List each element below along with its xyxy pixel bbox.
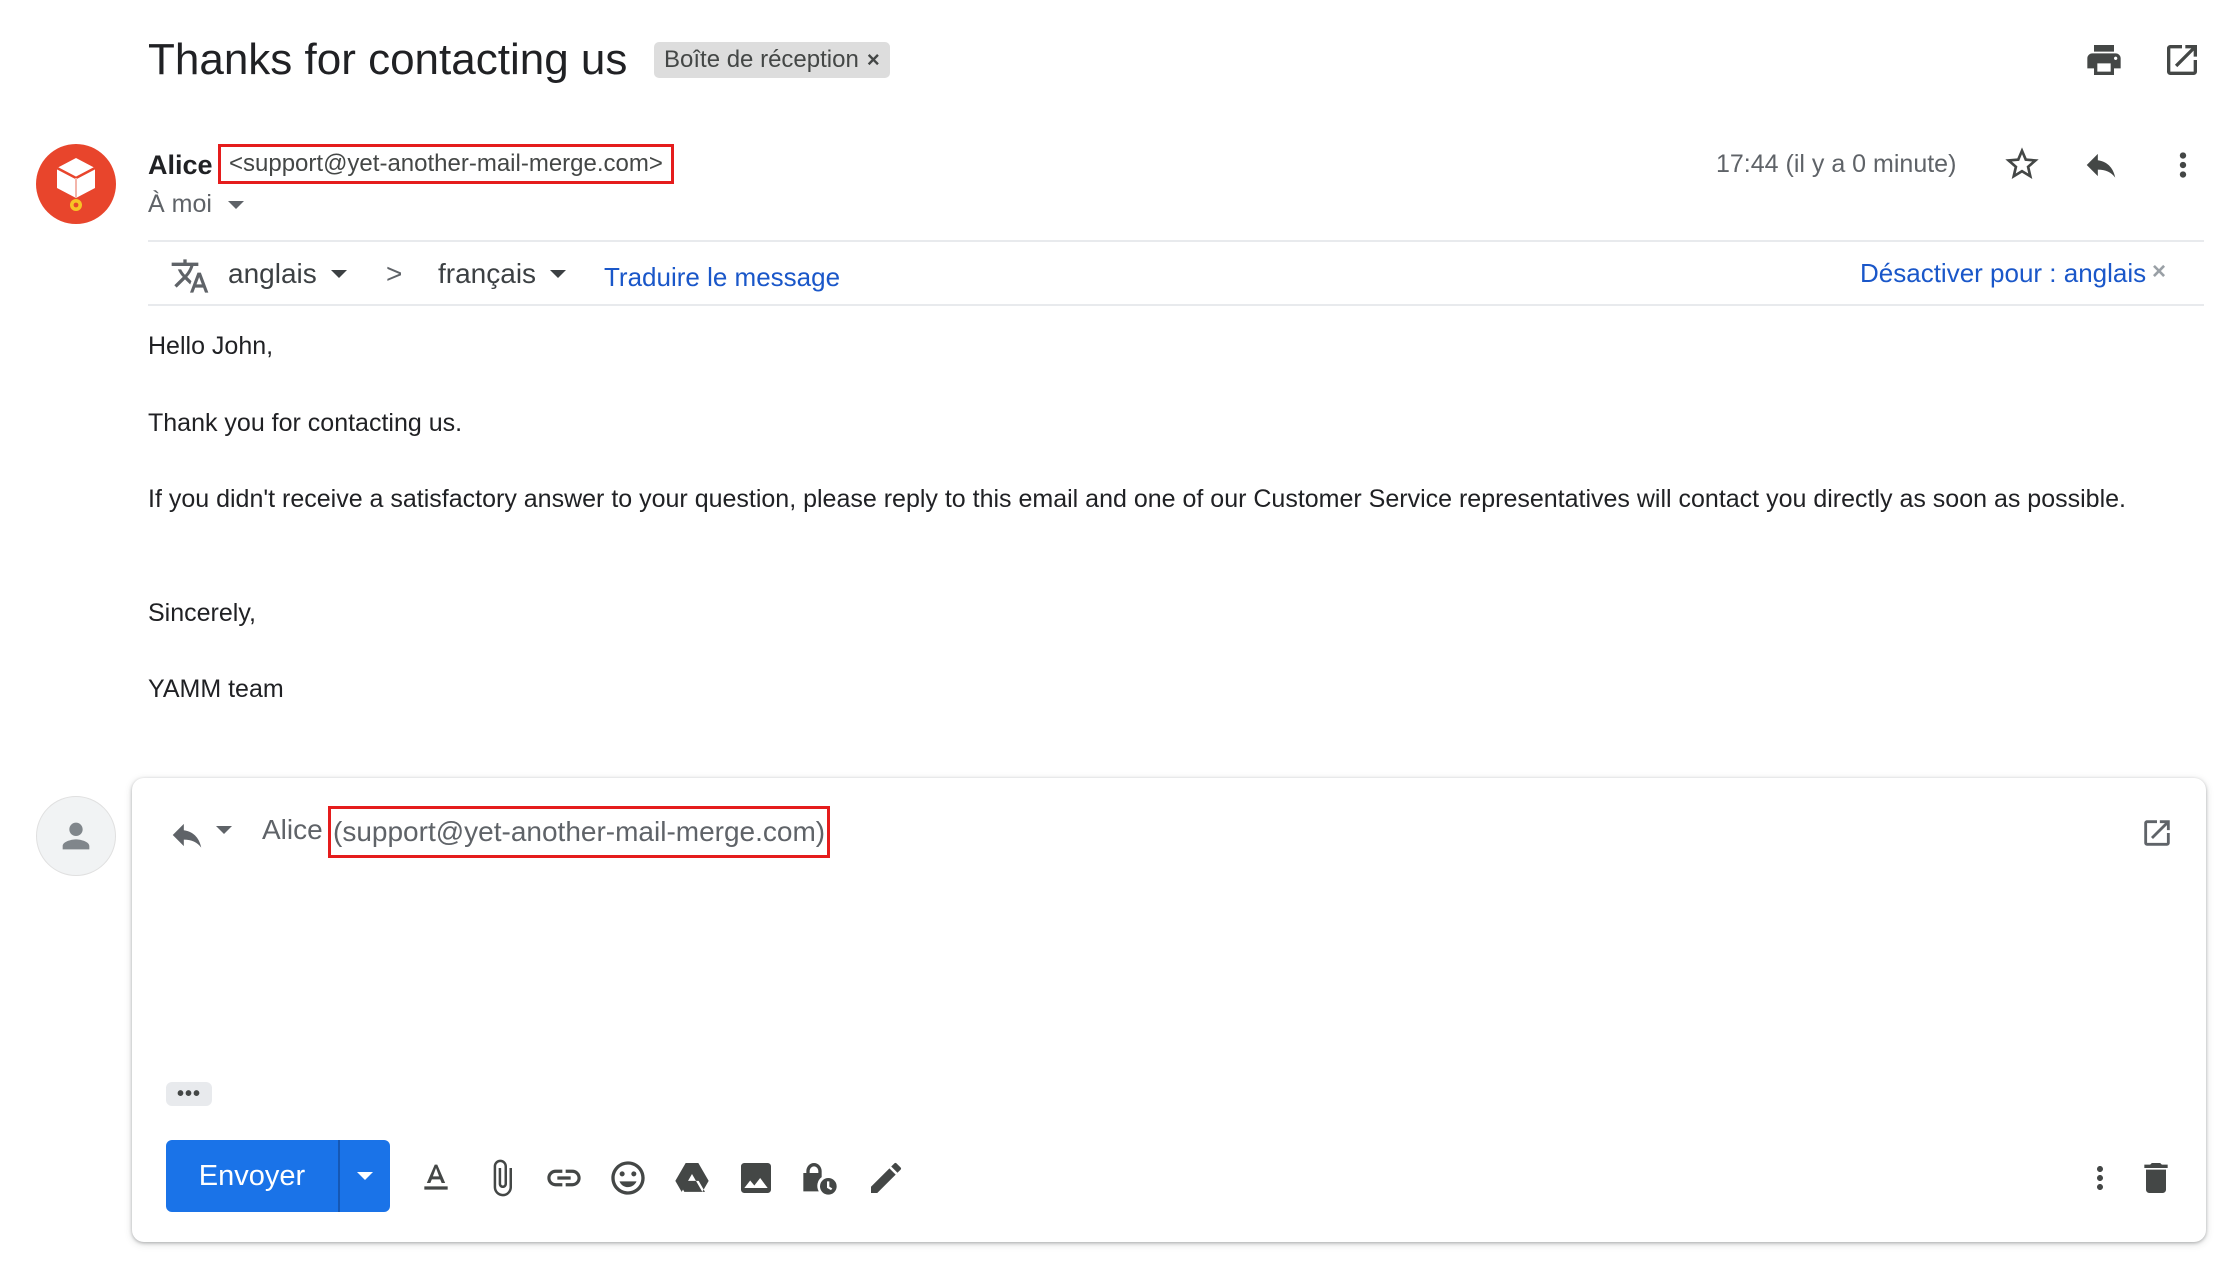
reply-type-chevron-down-icon[interactable] — [216, 826, 232, 834]
yamm-logo-icon — [56, 158, 96, 211]
recipient-details-toggle[interactable]: À moi — [148, 190, 244, 219]
body-closing: Sincerely, — [148, 599, 256, 627]
source-language-select[interactable]: anglais — [228, 258, 347, 290]
format-text-icon[interactable] — [416, 1158, 456, 1198]
reply-recipient-name[interactable]: Alice — [262, 814, 323, 846]
remove-label-button[interactable]: × — [867, 47, 880, 73]
email-subject: Thanks for contacting us — [148, 35, 628, 84]
drive-icon[interactable] — [672, 1158, 712, 1198]
more-vert-icon[interactable] — [2164, 146, 2202, 184]
chevron-down-icon — [330, 270, 347, 278]
popout-compose-icon[interactable] — [2140, 816, 2174, 850]
label-chip-text: Boîte de réception — [664, 46, 859, 73]
confidential-mode-icon[interactable] — [800, 1158, 840, 1198]
open-in-new-window-icon[interactable] — [2162, 40, 2202, 80]
send-button-group[interactable]: Envoyer — [166, 1140, 390, 1212]
reply-type-icon[interactable] — [168, 816, 206, 854]
chevron-down-icon — [357, 1172, 373, 1180]
more-options-icon[interactable] — [2082, 1160, 2118, 1196]
emoji-icon[interactable] — [608, 1158, 648, 1198]
body-paragraph-1: Thank you for contacting us. — [148, 409, 463, 437]
body-paragraph-2: If you didn't receive a satisfactory ans… — [148, 485, 2126, 513]
trash-icon[interactable] — [2136, 1158, 2176, 1198]
translate-message-link[interactable]: Traduire le message — [604, 262, 840, 293]
chevron-right-icon: > — [386, 258, 403, 289]
email-timestamp: 17:44 (il y a 0 minute) — [1716, 150, 1957, 178]
star-icon[interactable] — [2002, 144, 2042, 184]
reply-recipient-email-highlighted: (support@yet-another-mail-merge.com) — [328, 806, 831, 858]
print-icon[interactable] — [2084, 40, 2124, 80]
link-icon[interactable] — [544, 1158, 584, 1198]
photo-icon[interactable] — [736, 1158, 776, 1198]
chevron-down-icon — [227, 200, 244, 209]
disable-translation-link[interactable]: Désactiver pour : anglais — [1860, 258, 2146, 289]
person-icon — [62, 822, 90, 850]
chevron-down-icon — [550, 270, 567, 278]
user-avatar — [36, 796, 116, 876]
target-language-label: français — [438, 258, 537, 289]
send-button[interactable]: Envoyer — [166, 1140, 338, 1212]
inbox-label-chip[interactable]: Boîte de réception × — [654, 42, 890, 78]
sender-avatar[interactable] — [36, 144, 116, 224]
reply-icon[interactable] — [2082, 146, 2120, 184]
sender-email-highlighted: <support@yet-another-mail-merge.com> — [218, 144, 674, 184]
show-trimmed-content-button[interactable]: ••• — [166, 1082, 212, 1106]
paperclip-icon[interactable] — [482, 1158, 522, 1198]
target-language-select[interactable]: français — [438, 258, 567, 290]
reply-recipient-email-text: (support@yet-another-mail-merge.com) — [333, 816, 826, 847]
schedule-send-dropdown[interactable] — [338, 1140, 390, 1212]
body-signature: YAMM team — [148, 675, 284, 703]
signature-pen-icon[interactable] — [866, 1158, 906, 1198]
sender-email-text: <support@yet-another-mail-merge.com> — [229, 150, 663, 177]
translate-icon — [170, 256, 210, 296]
source-language-label: anglais — [228, 258, 317, 289]
recipient-label: À moi — [148, 190, 212, 218]
sender-name[interactable]: Alice — [148, 150, 213, 181]
close-translate-bar-icon[interactable]: × — [2152, 258, 2166, 286]
body-greeting: Hello John, — [148, 332, 274, 360]
